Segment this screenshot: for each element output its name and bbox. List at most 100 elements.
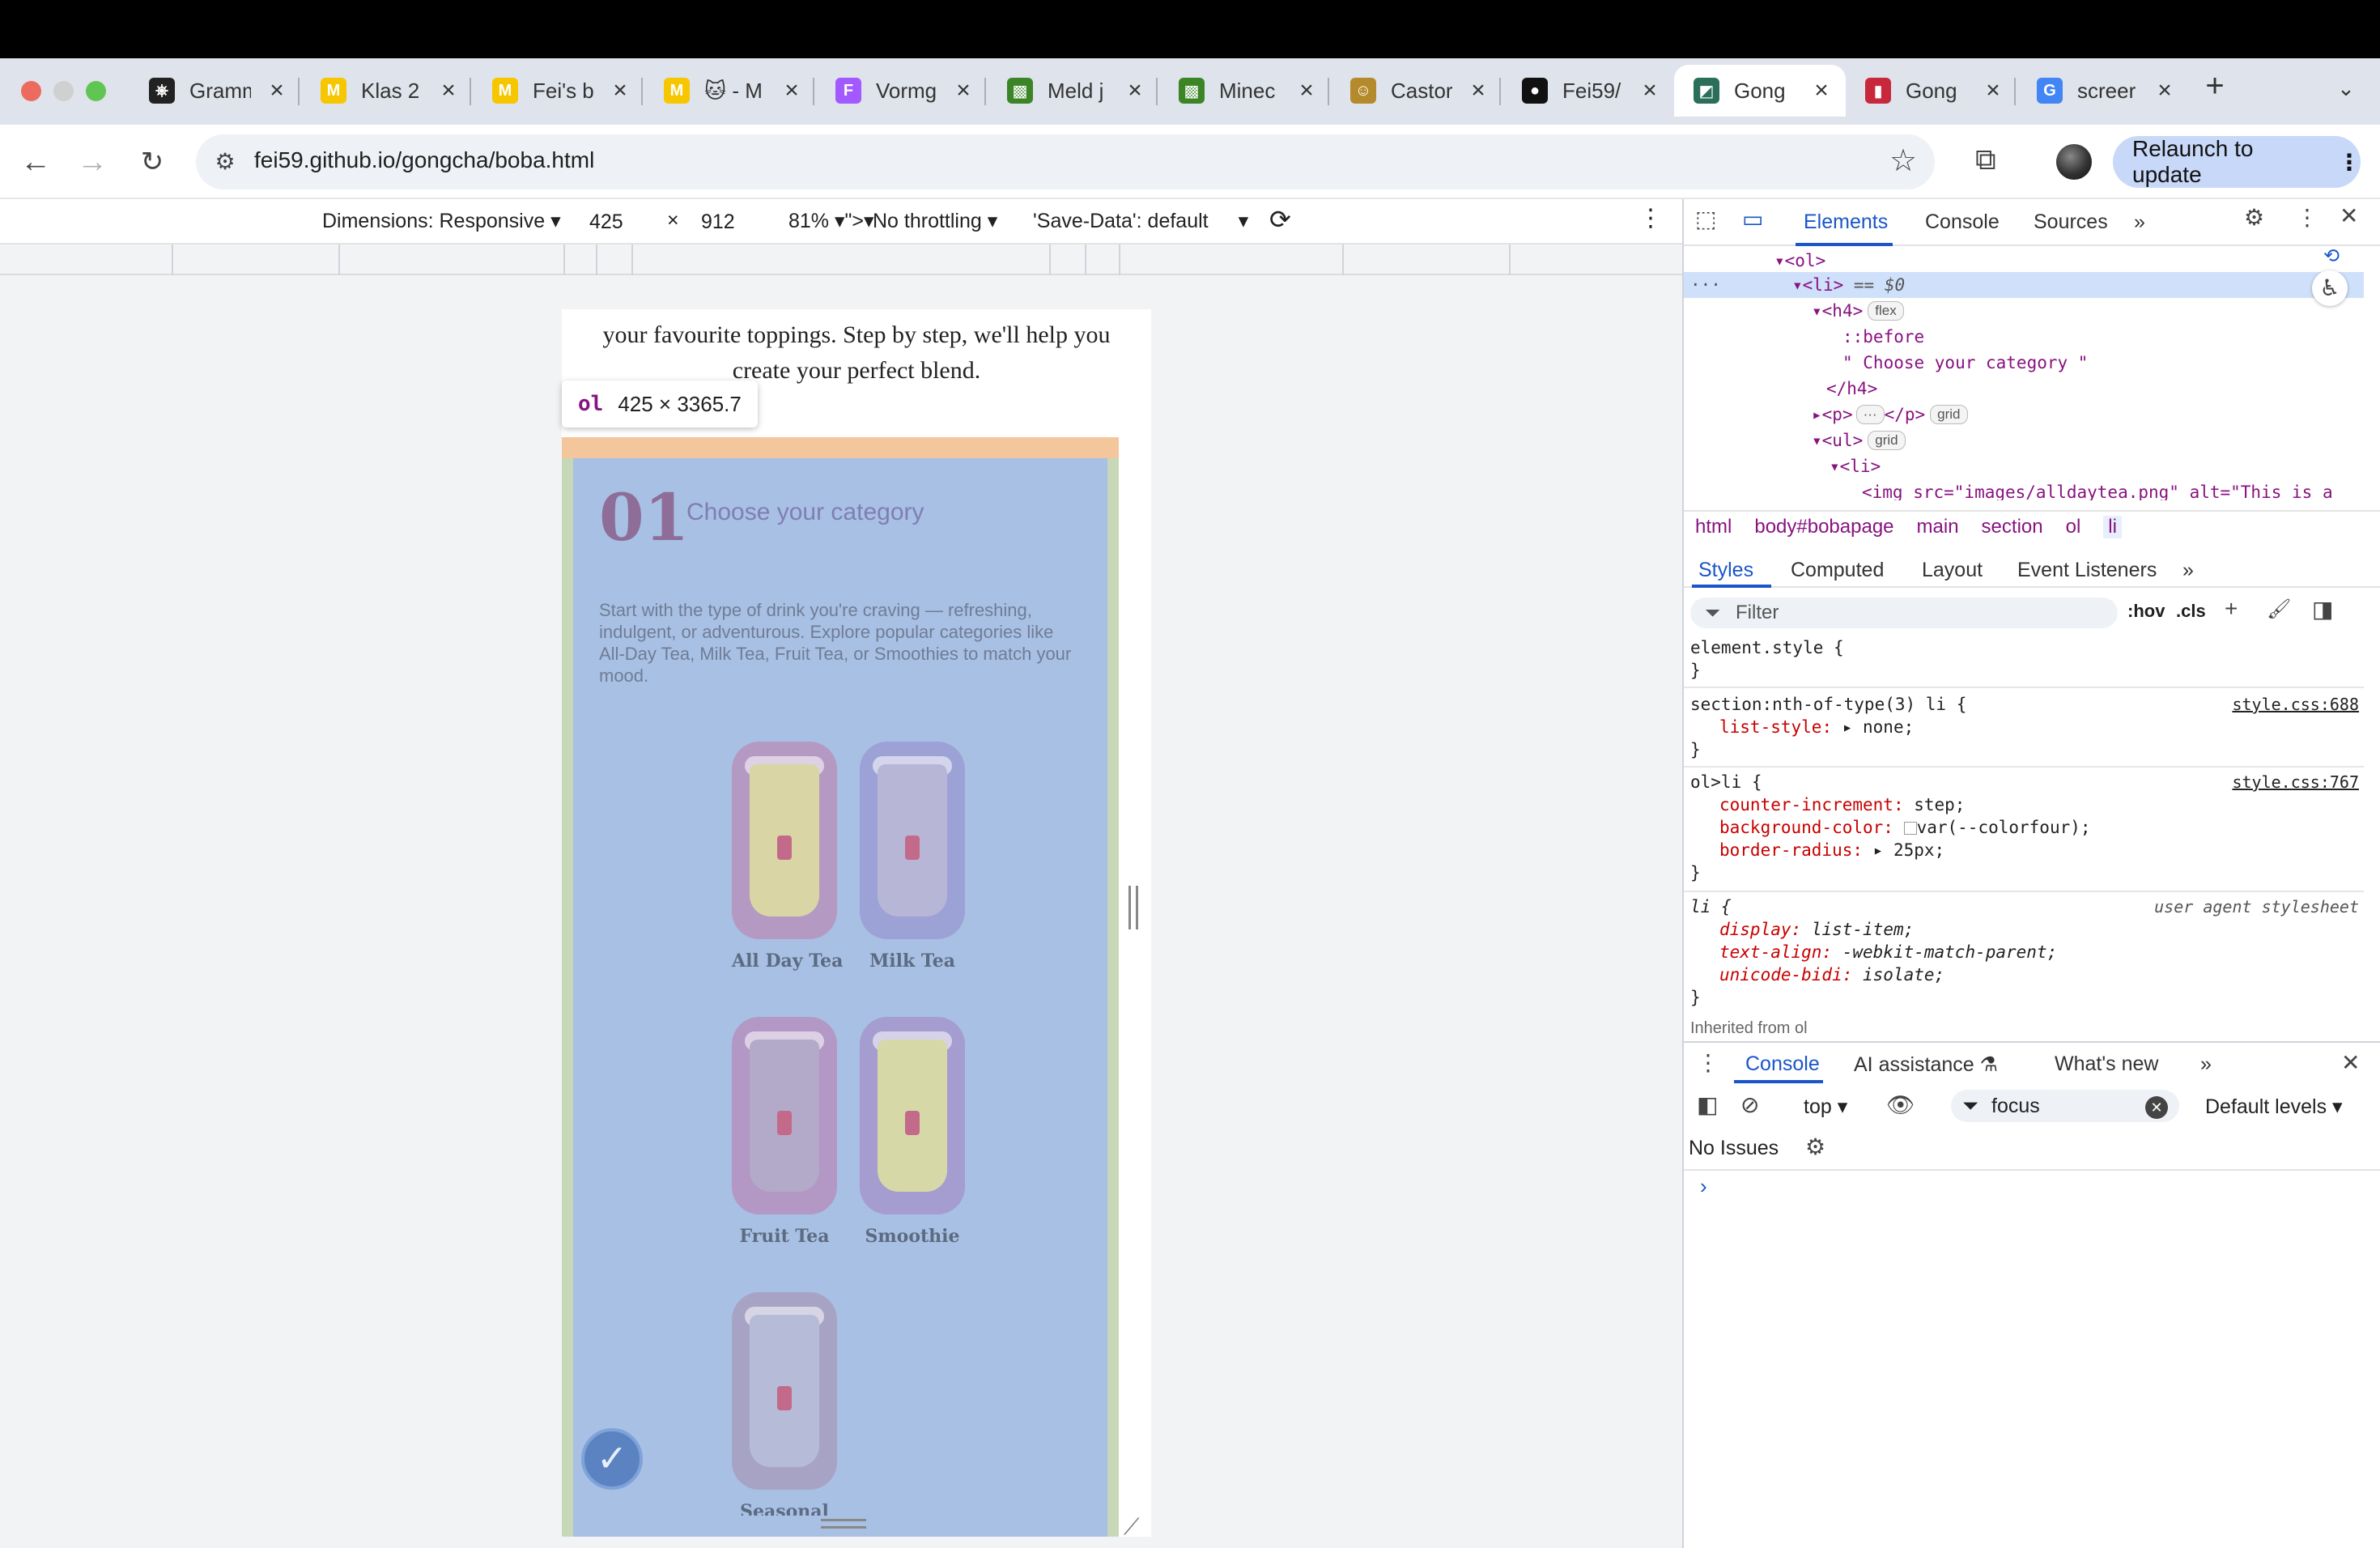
css-property[interactable]: border-radius <box>1719 840 1852 860</box>
css-rule-ua-li[interactable]: li { user agent stylesheet display: list… <box>1690 895 2359 1009</box>
toggle-sidebar-icon[interactable]: ◨ <box>2312 596 2333 623</box>
close-tab-icon[interactable]: × <box>266 77 288 104</box>
close-tab-icon[interactable]: × <box>1638 77 1661 104</box>
rule-source-link[interactable]: style.css:767 <box>2232 771 2359 793</box>
grid-badge[interactable]: grid <box>1930 405 1968 424</box>
browser-tab[interactable]: Gscreer × <box>2017 65 2189 117</box>
category-card[interactable]: Smoothie <box>860 1017 965 1247</box>
extensions-puzzle-icon[interactable]: ⧉ <box>1975 142 1996 177</box>
live-expression-eye-icon[interactable]: 👁 <box>1886 1091 1915 1118</box>
browser-tab[interactable]: ☺ Castor × <box>1331 65 1502 117</box>
console-prompt[interactable]: › <box>1700 1174 1707 1199</box>
cls-button[interactable]: .cls <box>2176 601 2206 622</box>
tree-node-text[interactable]: " Choose your category " <box>1842 350 2088 376</box>
clear-console-icon[interactable]: ⊘ <box>1740 1091 1759 1118</box>
corner-resize-icon[interactable]: ⟋ <box>1124 1514 1140 1541</box>
css-value[interactable]: var(--colorfour); <box>1917 818 2091 837</box>
browser-tab[interactable]: ▩ Meld j × <box>988 65 1159 117</box>
tree-node-li[interactable]: ▾<li> == $0 <box>1792 272 1905 298</box>
new-tab-button[interactable]: + <box>2199 70 2231 104</box>
new-rule-plus-icon[interactable]: + <box>2225 596 2238 622</box>
devtools-more-icon[interactable]: ⋮ <box>2296 204 2318 231</box>
reload-icon[interactable]: ↻ <box>133 142 172 181</box>
close-tab-icon[interactable]: × <box>780 77 803 104</box>
minimize-window-button[interactable] <box>53 81 74 101</box>
node-actions-icon[interactable]: ··· <box>1690 272 1721 298</box>
browser-tab[interactable]: ⎈ Gramm × <box>130 65 301 117</box>
accessibility-check-icon[interactable]: ✓ <box>581 1428 643 1490</box>
category-card[interactable]: Seasonal <box>732 1292 837 1516</box>
css-value[interactable]: step; <box>1914 795 1965 814</box>
breadcrumb-item[interactable]: section <box>1982 516 2043 538</box>
category-card[interactable]: Fruit Tea <box>732 1017 837 1247</box>
breadcrumb-item[interactable]: li <box>2103 516 2122 538</box>
close-devtools-icon[interactable]: ✕ <box>2340 202 2358 229</box>
close-tab-icon[interactable]: × <box>1467 77 1490 104</box>
drawer-tab-ai-assistance[interactable]: AI assistance ⚗ <box>1854 1053 1998 1077</box>
back-arrow-icon[interactable]: ← <box>16 142 55 181</box>
width-input[interactable]: 425 <box>581 206 661 238</box>
tree-node-h4[interactable]: ▾<h4> flex <box>1812 298 1904 324</box>
hov-button[interactable]: :hov <box>2127 601 2165 622</box>
throttling-dropdown[interactable]: No throttling ▾ <box>873 209 997 233</box>
css-rule-ol-li[interactable]: ol>li { style.css:767 counter-increment:… <box>1690 771 2359 884</box>
element-style-rule[interactable]: element.style { } <box>1690 636 2359 682</box>
site-info-icon[interactable]: ⚙ <box>207 144 243 180</box>
bottom-resize-handle[interactable] <box>821 1519 866 1529</box>
breadcrumb-item[interactable]: ol <box>2066 516 2081 538</box>
breadcrumb-item[interactable]: html <box>1695 516 1732 538</box>
tab-console[interactable]: Console <box>1925 211 2000 234</box>
close-tab-icon[interactable]: × <box>437 77 460 104</box>
close-tab-icon[interactable]: × <box>1295 77 1318 104</box>
browser-tab[interactable]: M Klas 2 × <box>301 65 473 117</box>
rule-source-link[interactable]: style.css:688 <box>2232 693 2359 716</box>
close-tab-icon[interactable]: × <box>609 77 631 104</box>
right-resize-handle[interactable] <box>1128 886 1138 929</box>
bookmark-star-icon[interactable]: ☆ <box>1889 142 1917 179</box>
paint-brush-icon[interactable]: 🖌 <box>2267 598 2291 621</box>
tree-node-p[interactable]: ▸<p> ··· </p> grid <box>1812 402 1968 427</box>
rotate-icon[interactable]: ⟳ <box>1269 204 1291 235</box>
zoom-dropdown[interactable]: 81% ▾">▾ <box>788 209 874 233</box>
css-property[interactable]: background-color <box>1719 818 1883 837</box>
css-property[interactable]: counter-increment <box>1719 795 1893 814</box>
css-value[interactable]: ▸ none; <box>1842 717 1915 737</box>
tab-search-chevron-icon[interactable]: ⌄ <box>2330 76 2362 108</box>
browser-tab[interactable]: ● Fei59/ × <box>1502 65 1674 117</box>
device-toggle-icon[interactable]: ▭ <box>1742 206 1763 232</box>
breadcrumb-item[interactable]: main <box>1917 516 1959 538</box>
accessibility-person-icon[interactable]: ♿ <box>2312 270 2348 306</box>
close-drawer-icon[interactable]: ✕ <box>2341 1049 2360 1076</box>
tree-node-h4-close[interactable]: </h4> <box>1826 376 1877 402</box>
breadcrumb-item[interactable]: body#bobapage <box>1754 516 1893 538</box>
tab-layout[interactable]: Layout <box>1922 559 1983 582</box>
tab-styles[interactable]: Styles <box>1698 559 1753 582</box>
grid-badge[interactable]: grid <box>1868 431 1906 450</box>
drawer-more-icon[interactable]: ⋮ <box>1697 1049 1719 1076</box>
inspect-element-icon[interactable]: ⬚ <box>1695 206 1716 232</box>
close-tab-icon[interactable]: × <box>1124 77 1146 104</box>
css-property[interactable]: list-style <box>1719 717 1821 737</box>
color-swatch[interactable] <box>1903 822 1917 835</box>
drawer-tab-whats-new[interactable]: What's new <box>2055 1053 2158 1076</box>
more-drawer-tabs-icon[interactable]: » <box>2200 1053 2212 1076</box>
more-styles-tabs-icon[interactable]: » <box>2182 559 2194 582</box>
clear-filter-icon[interactable]: ✕ <box>2145 1096 2168 1119</box>
forward-arrow-icon[interactable]: → <box>73 142 112 181</box>
console-sidebar-icon[interactable]: ◧ <box>1697 1091 1718 1118</box>
styles-filter-input[interactable]: Filter <box>1690 598 2118 628</box>
console-settings-gear-icon[interactable]: ⚙ <box>1805 1133 1825 1160</box>
browser-tab[interactable]: ◩ Gong × <box>1674 65 1846 117</box>
tree-node-before[interactable]: ::before <box>1842 324 1924 350</box>
category-card[interactable]: All Day Tea <box>732 742 843 972</box>
close-tab-icon[interactable]: × <box>1982 77 2004 104</box>
drawer-tab-console[interactable]: Console <box>1745 1053 1820 1076</box>
settings-gear-icon[interactable]: ⚙ <box>2244 204 2264 231</box>
css-value[interactable]: ▸ 25px; <box>1873 840 1945 860</box>
tab-sources[interactable]: Sources <box>2034 211 2108 234</box>
url-text[interactable]: fei59.github.io/gongcha/boba.html <box>254 147 594 173</box>
category-card[interactable]: Milk Tea <box>860 742 965 972</box>
ellipsis-badge[interactable]: ··· <box>1855 405 1885 424</box>
log-levels-dropdown[interactable]: Default levels ▾ <box>2205 1095 2343 1119</box>
browser-tab[interactable]: M 🐱 - M × <box>644 65 816 117</box>
